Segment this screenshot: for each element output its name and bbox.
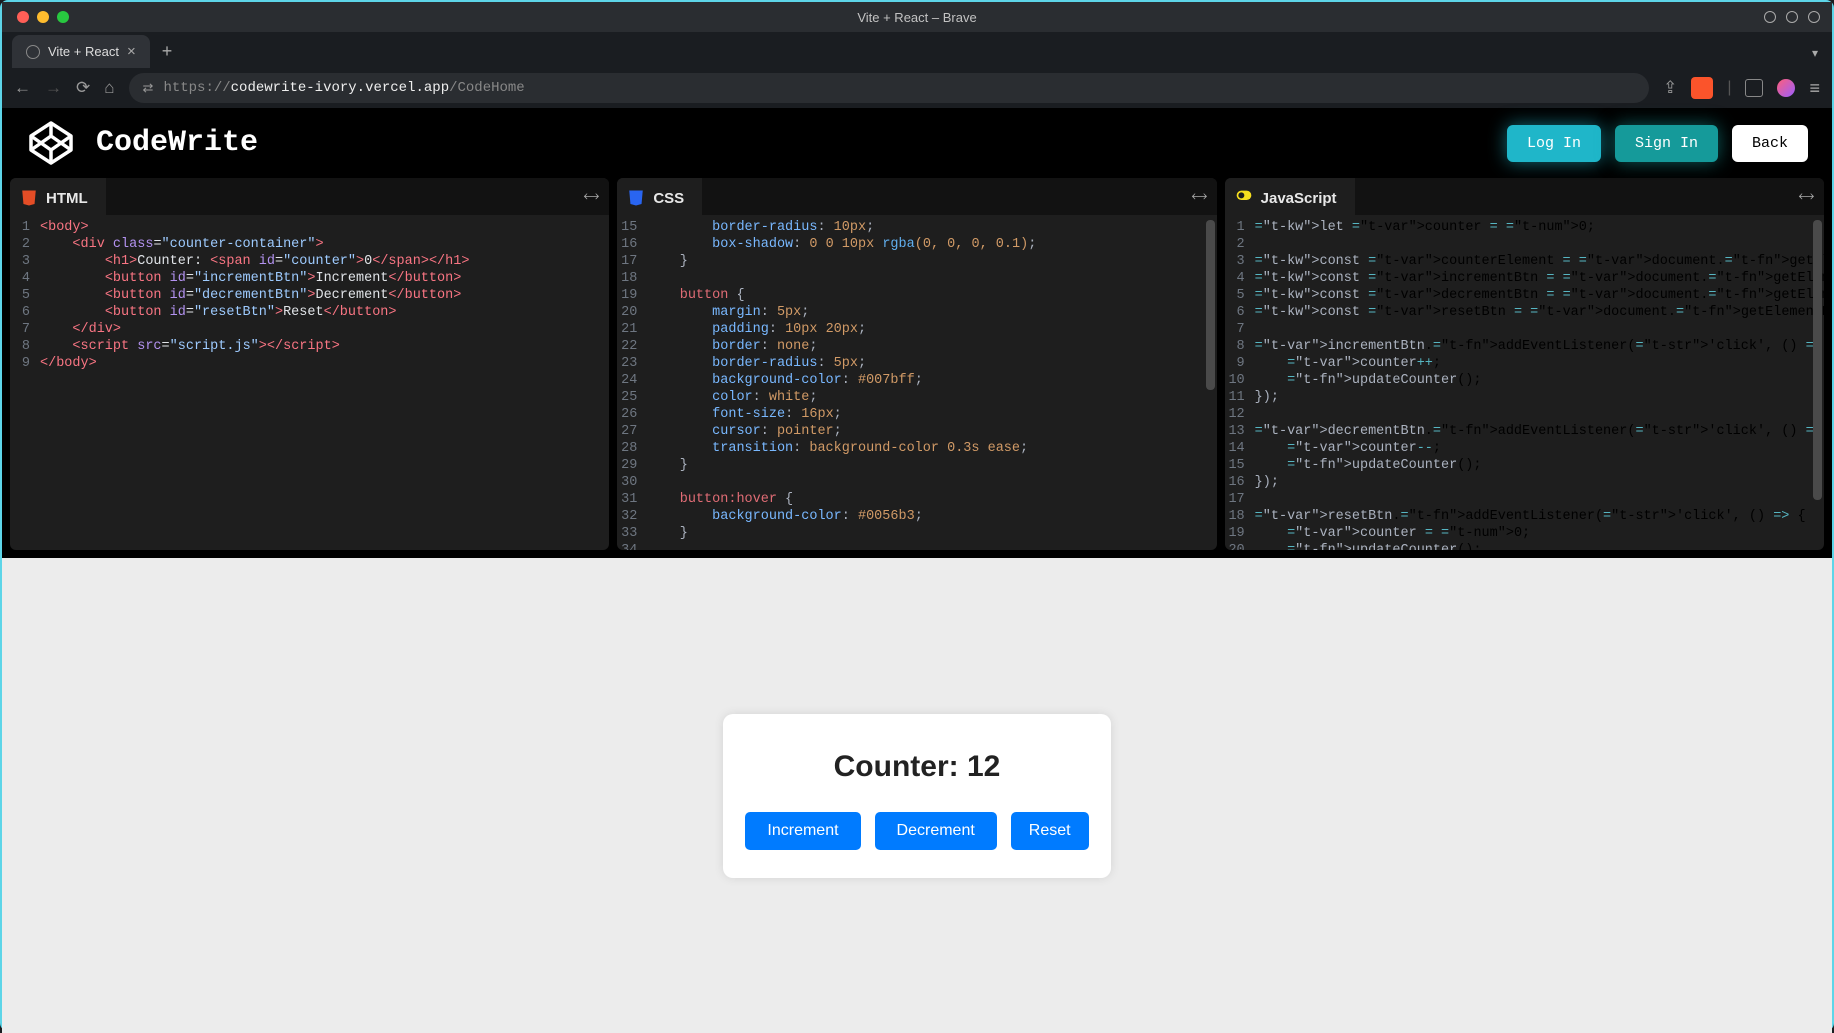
editor-js-title: JavaScript bbox=[1261, 190, 1337, 207]
code-area-js[interactable]: 1="t-kw">let ="t-var">counter = ="t-num"… bbox=[1225, 215, 1824, 550]
codepen-logo-icon bbox=[26, 118, 76, 168]
code-area-html[interactable]: 1<body>2 <div class="counter-container">… bbox=[10, 215, 609, 550]
css-icon bbox=[627, 189, 645, 207]
extensions-icon[interactable] bbox=[1745, 79, 1763, 97]
editor-html-title: HTML bbox=[46, 190, 88, 207]
home-icon[interactable]: ⌂ bbox=[104, 78, 114, 98]
menu-icon[interactable]: ≡ bbox=[1809, 78, 1820, 99]
window-titlebar: Vite + React – Brave bbox=[2, 2, 1832, 32]
window-close-icon[interactable] bbox=[17, 11, 29, 23]
collapse-icon[interactable]: ⤢ bbox=[1796, 186, 1817, 207]
counter-container: Counter: 12 Increment Decrement Reset bbox=[723, 714, 1110, 878]
editor-panels: HTML ⤢ 1<body>2 <div class="counter-cont… bbox=[2, 178, 1832, 558]
editor-css: CSS ⤢ 15 border-radius: 10px;16 box-shad… bbox=[617, 178, 1216, 550]
javascript-icon bbox=[1235, 189, 1253, 207]
counter-value: 12 bbox=[967, 750, 1000, 783]
window-maximize-icon[interactable] bbox=[57, 11, 69, 23]
html-icon bbox=[20, 189, 38, 207]
collapse-icon[interactable]: ⤢ bbox=[1188, 186, 1209, 207]
login-button[interactable]: Log In bbox=[1507, 125, 1601, 162]
code-area-css[interactable]: 15 border-radius: 10px;16 box-shadow: 0 … bbox=[617, 215, 1216, 550]
back-button[interactable]: Back bbox=[1732, 125, 1808, 162]
preview-pane: Counter: 12 Increment Decrement Reset bbox=[2, 558, 1832, 1033]
tab-title: Vite + React bbox=[48, 44, 119, 59]
titlebar-action-1[interactable] bbox=[1764, 11, 1776, 23]
window-minimize-icon[interactable] bbox=[37, 11, 49, 23]
signin-button[interactable]: Sign In bbox=[1615, 125, 1718, 162]
scrollbar-thumb[interactable] bbox=[1206, 220, 1215, 390]
window-title: Vite + React – Brave bbox=[857, 10, 976, 25]
url-path: /CodeHome bbox=[449, 80, 525, 96]
back-icon[interactable]: ← bbox=[14, 78, 31, 98]
reload-icon[interactable]: ⟳ bbox=[76, 78, 90, 98]
globe-icon bbox=[26, 45, 40, 59]
url-scheme: https:// bbox=[163, 80, 230, 96]
scrollbar-thumb[interactable] bbox=[1813, 220, 1822, 500]
tab-strip: Vite + React × + ▾ bbox=[2, 32, 1832, 68]
counter-label: Counter: bbox=[834, 750, 967, 783]
site-settings-icon[interactable]: ⇄ bbox=[143, 81, 154, 96]
increment-button[interactable]: Increment bbox=[745, 812, 860, 850]
close-icon[interactable]: × bbox=[127, 43, 136, 60]
editor-js: JavaScript ⤢ 1="t-kw">let ="t-var">count… bbox=[1225, 178, 1824, 550]
url-host: codewrite-ivory.vercel.app bbox=[231, 80, 449, 96]
address-bar: ← → ⟳ ⌂ ⇄ https:// codewrite-ivory.verce… bbox=[2, 68, 1832, 108]
url-input[interactable]: ⇄ https:// codewrite-ivory.vercel.app /C… bbox=[129, 73, 1650, 103]
app-title: CodeWrite bbox=[96, 126, 258, 160]
reset-button[interactable]: Reset bbox=[1011, 812, 1089, 850]
collapse-icon[interactable]: ⤢ bbox=[581, 186, 602, 207]
editor-css-title: CSS bbox=[653, 190, 684, 207]
counter-heading: Counter: 12 bbox=[745, 750, 1088, 784]
forward-icon: → bbox=[45, 78, 62, 98]
tabs-dropdown-icon[interactable]: ▾ bbox=[1812, 46, 1818, 60]
titlebar-action-2[interactable] bbox=[1786, 11, 1798, 23]
editor-html: HTML ⤢ 1<body>2 <div class="counter-cont… bbox=[10, 178, 609, 550]
new-tab-button[interactable]: + bbox=[162, 41, 173, 62]
browser-tab-active[interactable]: Vite + React × bbox=[12, 35, 150, 68]
extension-badge-icon[interactable] bbox=[1777, 79, 1795, 97]
brave-shield-icon[interactable] bbox=[1691, 77, 1713, 99]
titlebar-action-3[interactable] bbox=[1808, 11, 1820, 23]
decrement-button[interactable]: Decrement bbox=[875, 812, 997, 850]
app-header: CodeWrite Log In Sign In Back bbox=[2, 108, 1832, 178]
share-icon[interactable]: ⇪ bbox=[1663, 78, 1677, 98]
